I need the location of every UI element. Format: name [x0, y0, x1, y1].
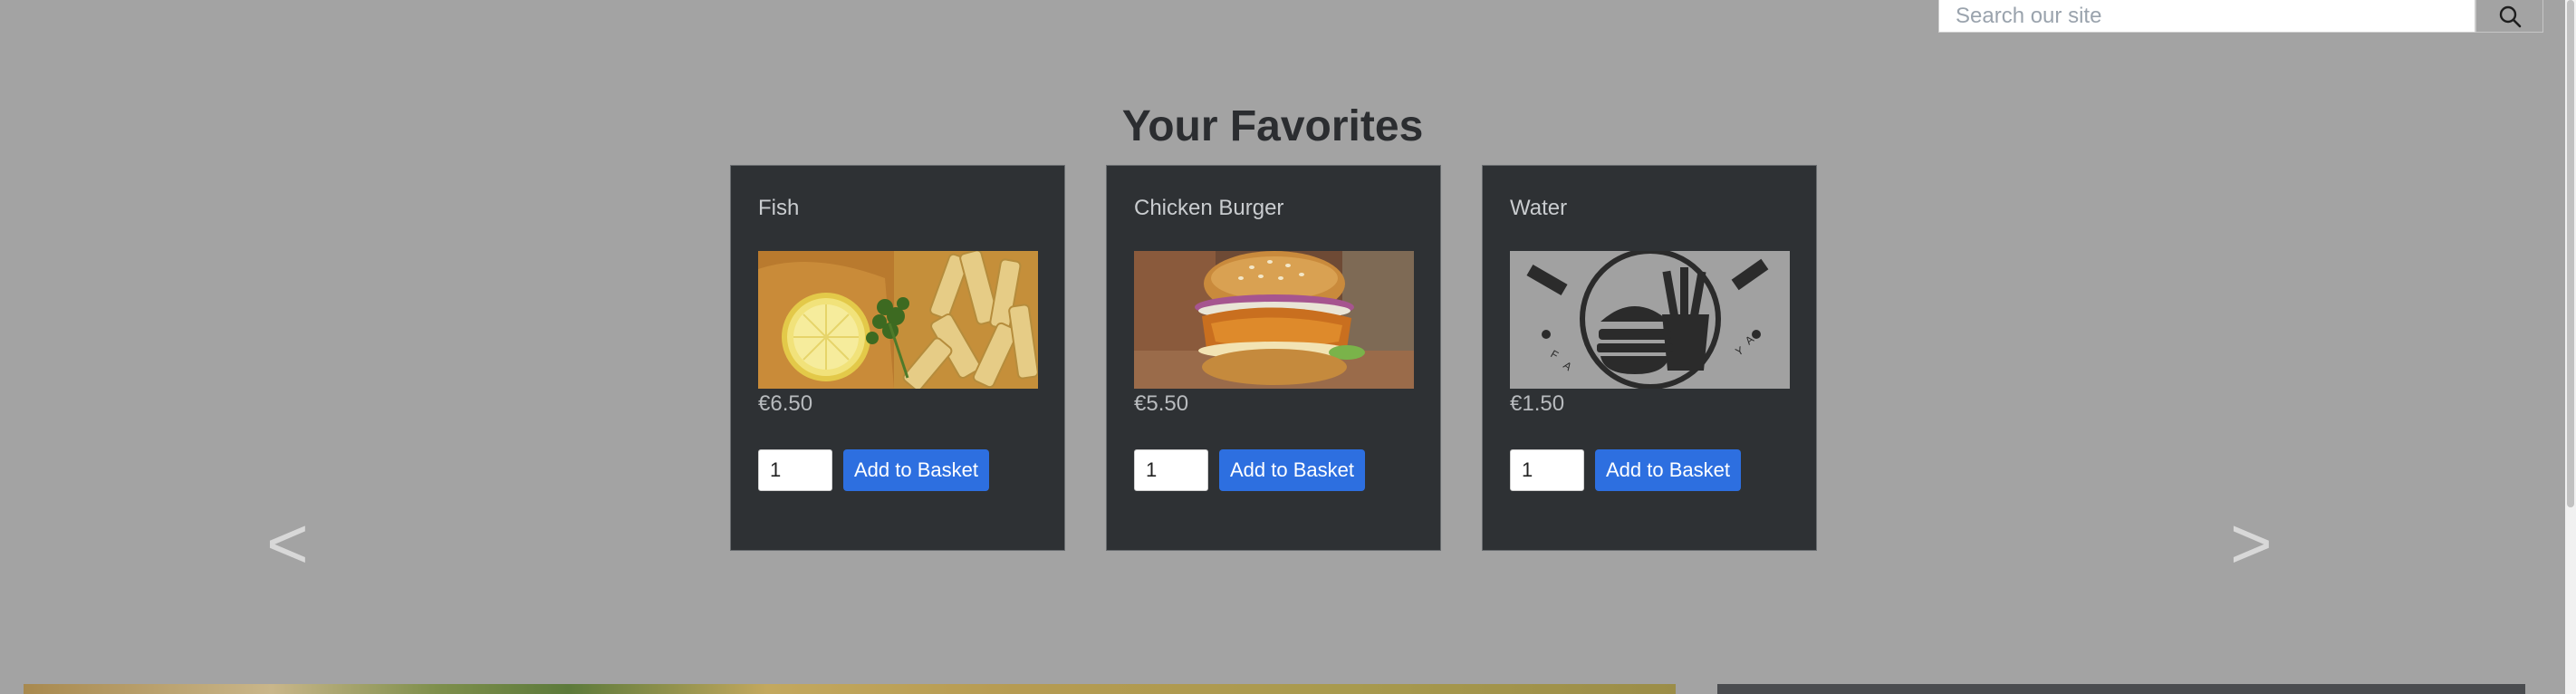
search-icon — [2499, 5, 2521, 27]
side-panel — [1717, 684, 2525, 694]
product-title: Water — [1510, 196, 1568, 220]
search-button[interactable] — [2475, 0, 2543, 33]
product-image: F A Y A — [1510, 251, 1790, 389]
product-price: €6.50 — [758, 391, 813, 416]
search-input[interactable] — [1938, 0, 2475, 33]
add-to-basket-button[interactable]: Add to Basket — [1595, 449, 1741, 491]
scrollbar-thumb[interactable] — [2567, 0, 2574, 507]
product-image — [758, 251, 1038, 389]
product-card: Chicken Burger €5.50 1 Add to Basket — [1106, 165, 1441, 551]
product-price: €1.50 — [1510, 391, 1565, 416]
favorites-heading: Your Favorites — [1121, 102, 1424, 150]
carousel-next-button[interactable]: > — [2230, 507, 2273, 580]
product-image — [1134, 251, 1414, 389]
add-to-basket-button[interactable]: Add to Basket — [1219, 449, 1365, 491]
product-card: Water F A Y A €1.50 1 Add to Basket — [1482, 165, 1817, 551]
hero-banner-image — [24, 684, 1676, 694]
chicken-burger-image — [1134, 251, 1414, 389]
quantity-input[interactable] — [758, 449, 832, 491]
quantity-input[interactable] — [1510, 449, 1584, 491]
add-to-basket-button[interactable]: Add to Basket — [843, 449, 989, 491]
site-search — [1938, 0, 2543, 33]
fish-and-chips-image — [758, 251, 1038, 389]
product-card: Fish €6.50 1 Add to Basket — [730, 165, 1065, 551]
quantity-input[interactable] — [1134, 449, 1208, 491]
carousel-prev-button[interactable]: < — [266, 507, 309, 580]
product-title: Chicken Burger — [1134, 196, 1284, 220]
shop-logo-image: F A Y A — [1510, 251, 1790, 389]
product-title: Fish — [758, 196, 800, 220]
product-price: €5.50 — [1134, 391, 1189, 416]
